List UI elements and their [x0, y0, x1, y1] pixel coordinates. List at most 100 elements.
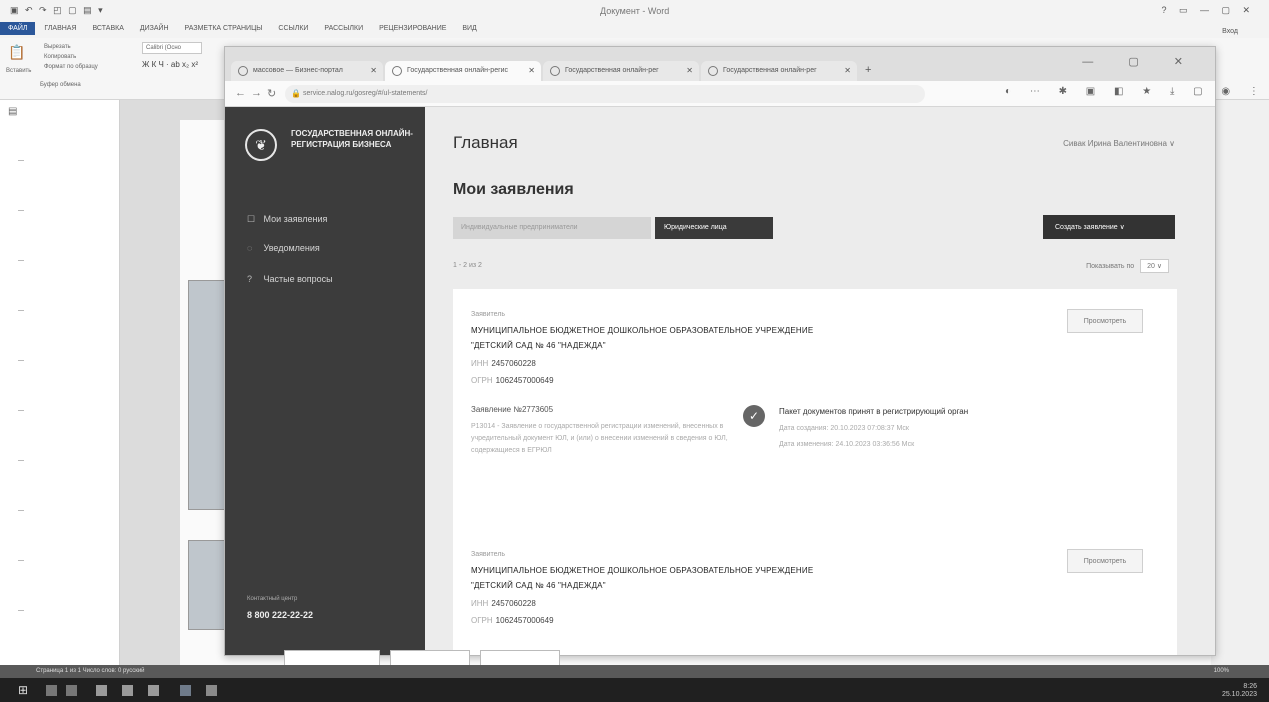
search-icon[interactable]: [46, 685, 57, 696]
globe-icon: [238, 66, 248, 76]
start-icon[interactable]: ⊞: [18, 683, 28, 697]
file-explorer-icon[interactable]: [122, 685, 133, 696]
ogrn-value: 1062457000649: [495, 616, 554, 625]
inn-value: 2457060228: [491, 599, 536, 608]
lock-icon: 🔒: [291, 89, 301, 98]
hotline-phone[interactable]: 8 800 222-22-22: [247, 610, 313, 620]
task-view-icon[interactable]: [66, 685, 77, 696]
taskbar: ⊞ 8:26 25.10.2023: [0, 678, 1269, 702]
pasted-screenshot-image: [188, 540, 228, 630]
user-name: Сивак Ирина Валентиновна: [1063, 139, 1167, 148]
browser-tab[interactable]: массовое — Бизнес-портал ✕: [231, 61, 383, 81]
paste-label[interactable]: Вставить: [6, 68, 31, 74]
word-tab-view[interactable]: ВИД: [455, 22, 483, 32]
per-page-select[interactable]: 20 ∨: [1140, 259, 1169, 273]
per-page-value: 20: [1147, 263, 1155, 270]
browser-window-controls[interactable]: — ▢ ✕: [1082, 55, 1199, 68]
reload-icon[interactable]: ↻: [267, 87, 276, 100]
font-name-value: Calibri (Осно: [146, 45, 181, 51]
format-painter-label[interactable]: Формат по образцу: [44, 64, 98, 70]
new-tab-icon[interactable]: +: [865, 64, 871, 76]
view-button[interactable]: Просмотреть: [1067, 309, 1143, 333]
word-tab-mailings[interactable]: РАССЫЛКИ: [317, 22, 370, 32]
word-tab-layout[interactable]: РАЗМЕТКА СТРАНИЦЫ: [178, 22, 270, 32]
copy-label[interactable]: Копировать: [44, 54, 76, 60]
close-tab-icon[interactable]: ✕: [370, 66, 377, 75]
pagination-info: 1 - 2 из 2: [453, 262, 482, 269]
browser-tab[interactable]: Государственная онлайн-рег ✕: [701, 61, 857, 81]
per-page-selector[interactable]: Показывать по 20 ∨: [1086, 259, 1169, 273]
thumbnail[interactable]: [390, 650, 470, 666]
statement-list: Заявитель МУНИЦИПАЛЬНОЕ БЮДЖЕТНОЕ ДОШКОЛ…: [453, 289, 1177, 655]
forward-icon[interactable]: →: [251, 87, 262, 99]
zoom-level[interactable]: 100%: [1214, 668, 1229, 674]
edge-icon[interactable]: [96, 685, 107, 696]
browser-tab-title: Государственная онлайн-регис: [407, 67, 509, 74]
sidebar-item-faq[interactable]: ? Частые вопросы: [247, 274, 333, 284]
ruler-tick: [18, 510, 24, 511]
ogrn-row: ОГРН 1062457000649: [471, 376, 554, 385]
ruler-tick: [18, 310, 24, 311]
word-tab-insert[interactable]: ВСТАВКА: [85, 22, 130, 32]
tab-legal-entities[interactable]: Юридические лица: [655, 217, 773, 239]
ruler-tick: [18, 210, 24, 211]
globe-icon: [708, 66, 718, 76]
store-icon[interactable]: [148, 685, 159, 696]
browser-tab-title: Государственная онлайн-рег: [565, 67, 659, 74]
applicant-label: Заявитель: [471, 551, 506, 558]
extension-icons[interactable]: ◐ ⋯ ✱ ▣ ◧ ★ ⤓ ▢ ◉ ⋮: [1005, 86, 1267, 97]
clipboard-group-label: Буфер обмена: [40, 82, 81, 88]
browser-tab[interactable]: Государственная онлайн-рег ✕: [543, 61, 699, 81]
per-page-label: Показывать по: [1086, 263, 1135, 270]
address-bar-row: ← → ↻ 🔒 service.nalog.ru/gosreg/#/ul-sta…: [225, 81, 1259, 107]
tab-individual-entrepreneurs[interactable]: Индивидуальные предприниматели: [453, 217, 651, 239]
user-menu[interactable]: Сивак Ирина Валентиновна ∨: [1063, 139, 1175, 148]
pasted-screenshot-image: [188, 280, 228, 510]
quick-access-toolbar[interactable]: ▣ ↶ ↷ ◰ ▢ ▤ ▾: [10, 5, 105, 16]
ruler-tick: [18, 160, 24, 161]
word-window-controls[interactable]: ? ▭ — ▢ ✕: [1161, 5, 1255, 16]
sidebar-item-statements[interactable]: ☐ Мои заявления: [247, 214, 327, 225]
word-title: Документ - Word: [600, 6, 670, 16]
url-text: service.nalog.ru/gosreg/#/ul-statements/: [303, 90, 428, 97]
url-field[interactable]: 🔒 service.nalog.ru/gosreg/#/ul-statement…: [285, 85, 925, 103]
statement-number[interactable]: Заявление №2773605: [471, 405, 553, 414]
chrome-icon[interactable]: [206, 685, 217, 696]
paste-icon[interactable]: 📋: [8, 44, 25, 61]
back-icon[interactable]: ←: [235, 87, 246, 99]
browser-tab-active[interactable]: Государственная онлайн-регис ✕: [385, 61, 541, 81]
thumbnail[interactable]: [284, 650, 380, 666]
word-scroll-strip[interactable]: [1211, 100, 1269, 665]
word-icon[interactable]: [180, 685, 191, 696]
create-statement-button[interactable]: Создать заявление ∨: [1043, 215, 1175, 239]
sidebar-item-notifications[interactable]: ◌ Уведомления: [247, 243, 320, 253]
cut-label[interactable]: Вырезать: [44, 44, 71, 50]
nav-pane-icon[interactable]: ▤: [8, 106, 17, 117]
font-name-box[interactable]: Calibri (Осно: [142, 42, 202, 54]
word-user[interactable]: Вход: [1215, 25, 1245, 35]
word-tab-file[interactable]: ФАЙЛ: [0, 22, 36, 35]
word-tab-references[interactable]: ССЫЛКИ: [271, 22, 315, 32]
thumbnail[interactable]: [480, 650, 560, 666]
question-icon: ?: [247, 274, 253, 284]
word-tab-review[interactable]: РЕЦЕНЗИРОВАНИЕ: [372, 22, 453, 32]
ruler-tick: [18, 560, 24, 561]
ruler-tick: [18, 260, 24, 261]
brand-name[interactable]: ГОСУДАРСТВЕННАЯ ОНЛАЙН-РЕГИСТРАЦИЯ БИЗНЕ…: [291, 128, 425, 150]
status-text: Пакет документов принят в регистрирующий…: [779, 407, 969, 416]
close-tab-icon[interactable]: ✕: [528, 66, 535, 75]
view-button[interactable]: Просмотреть: [1067, 549, 1143, 573]
emblem-logo-icon[interactable]: ❦: [245, 129, 277, 161]
globe-icon: [550, 66, 560, 76]
sidebar-item-label: Уведомления: [263, 243, 320, 253]
check-circle-icon: ✓: [743, 405, 765, 427]
word-tab-home[interactable]: ГЛАВНАЯ: [37, 22, 83, 32]
close-tab-icon[interactable]: ✕: [844, 66, 851, 75]
word-tab-design[interactable]: ДИЗАЙН: [133, 22, 176, 32]
ruler-tick: [18, 610, 24, 611]
word-ribbon-tabs: ФАЙЛ ГЛАВНАЯ ВСТАВКА ДИЗАЙН РАЗМЕТКА СТР…: [0, 22, 1269, 38]
system-tray[interactable]: 8:26 25.10.2023: [1222, 683, 1257, 699]
font-format-buttons[interactable]: Ж К Ч · ab x₂ x²: [142, 60, 198, 69]
clock-time: 8:26: [1243, 683, 1257, 690]
close-tab-icon[interactable]: ✕: [686, 66, 693, 75]
